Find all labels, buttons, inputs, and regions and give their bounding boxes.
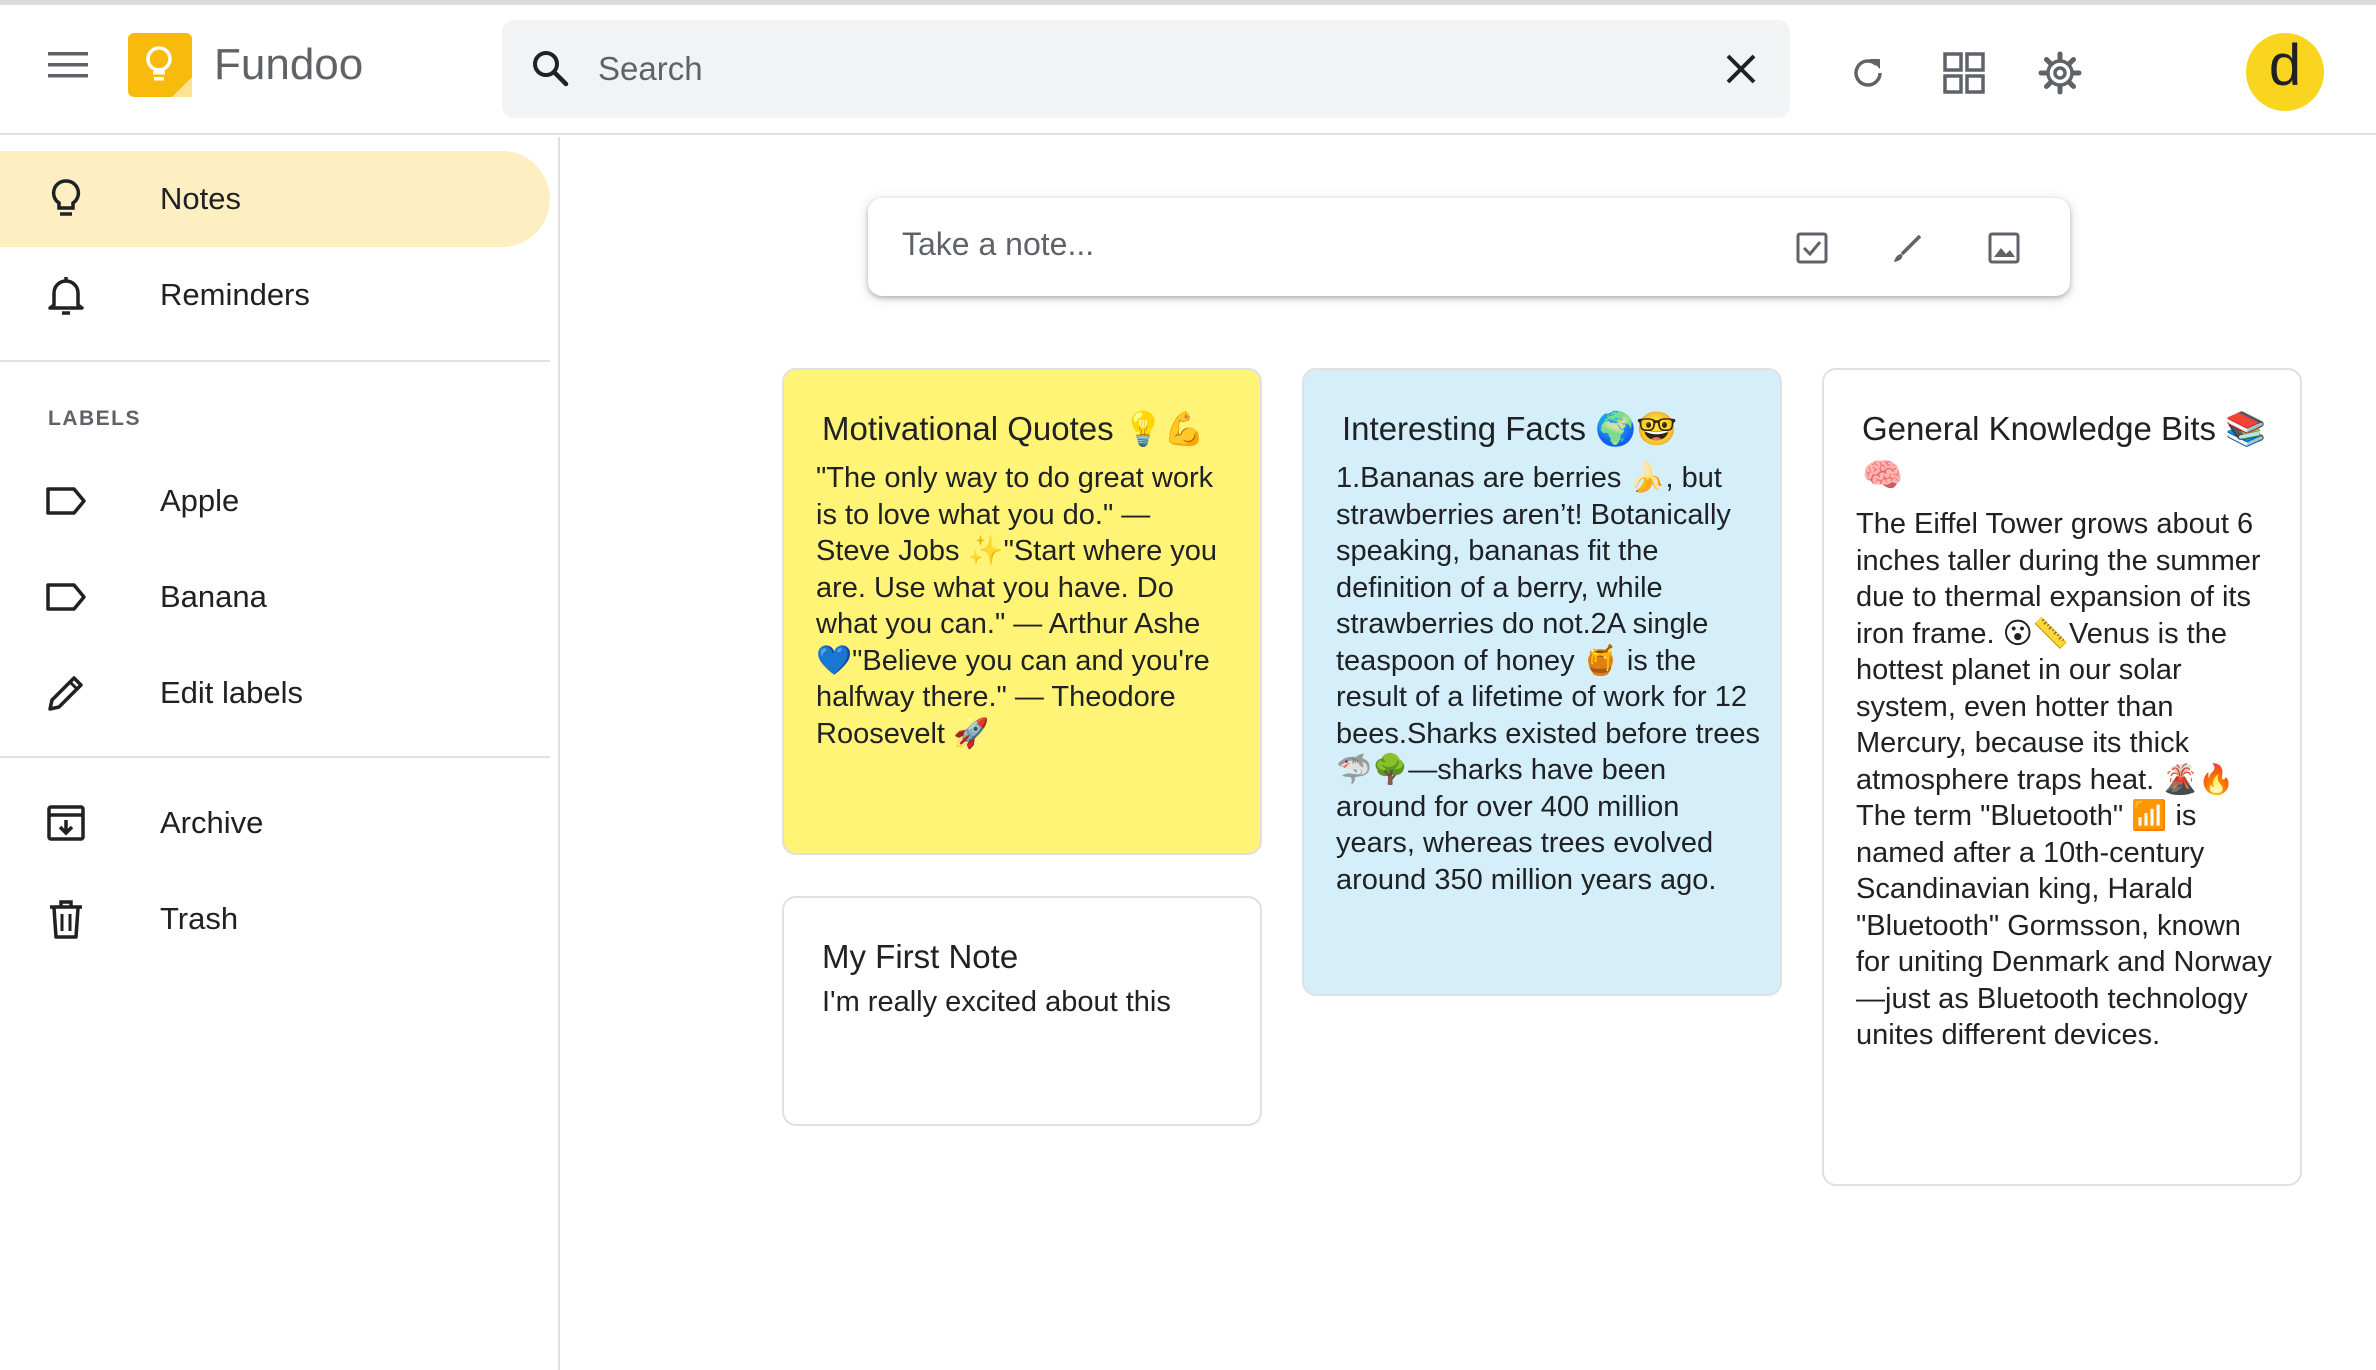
app-title: Fundoo (214, 40, 364, 89)
pencil-icon (48, 676, 83, 711)
sidebar: Notes Reminders LABELS Apple Banana Edit… (0, 137, 560, 1370)
close-icon[interactable] (1716, 44, 1766, 94)
fundoo-logo-icon (128, 33, 192, 97)
sidebar-item-archive[interactable]: Archive (0, 775, 550, 871)
sidebar-item-trash[interactable]: Trash (0, 871, 550, 967)
label-icon (46, 487, 86, 515)
app-header: Fundoo Search d (0, 5, 2376, 135)
user-avatar[interactable]: d (2246, 33, 2324, 111)
labels-heading: LABELS (48, 407, 141, 430)
sidebar-item-label: Notes (160, 181, 241, 216)
sidebar-item-label: Trash (160, 901, 239, 936)
note-title: My First Note (822, 938, 1019, 975)
sidebar-item-notes[interactable]: Notes (0, 151, 550, 247)
image-icon[interactable] (1984, 228, 2024, 268)
grid-view-button[interactable] (1934, 43, 1994, 103)
sidebar-item-label: Archive (160, 805, 264, 840)
sidebar-item-label: Banana (160, 579, 267, 614)
grid-view-icon (1943, 52, 1985, 94)
trash-icon (50, 900, 82, 939)
note-body: "The only way to do great work is to lov… (816, 462, 1218, 750)
search-icon[interactable] (526, 44, 576, 94)
note-title: Motivational Quotes 💡💪 (822, 410, 1205, 447)
note-card[interactable]: General Knowledge Bits 📚🧠 The Eiffel Tow… (1822, 368, 2302, 1186)
sidebar-divider (0, 360, 550, 362)
search-bar[interactable] (502, 20, 1790, 118)
search-input[interactable] (598, 34, 1598, 104)
sidebar-item-edit-labels[interactable]: Edit labels (0, 645, 550, 741)
checkbox-icon[interactable] (1792, 228, 1832, 268)
note-body: 1.Bananas are berries 🍌, but strawberrie… (1336, 462, 1760, 896)
refresh-icon (1854, 59, 1882, 87)
main-menu-button[interactable] (38, 35, 98, 95)
lightbulb-icon (51, 179, 81, 216)
sidebar-item-reminders[interactable]: Reminders (0, 247, 550, 343)
label-icon (46, 583, 86, 611)
gear-icon (2038, 51, 2082, 95)
sidebar-item-label-apple[interactable]: Apple (0, 453, 550, 549)
note-card[interactable]: Interesting Facts 🌍🤓 1.Bananas are berri… (1302, 368, 1782, 996)
sidebar-item-label-banana[interactable]: Banana (0, 549, 550, 645)
note-body: The Eiffel Tower grows about 6 inches ta… (1856, 508, 2272, 1051)
note-title: Interesting Facts 🌍🤓 (1342, 410, 1678, 447)
note-card[interactable]: Motivational Quotes 💡💪 "The only way to … (782, 368, 1262, 855)
sidebar-item-label: Apple (160, 483, 240, 518)
hamburger-menu-icon (48, 52, 88, 78)
take-note-bar[interactable]: Take a note... (868, 198, 2070, 296)
sidebar-divider (0, 756, 550, 758)
brush-icon[interactable] (1888, 228, 1928, 268)
sidebar-item-label: Edit labels (160, 675, 304, 710)
sidebar-item-label: Reminders (160, 277, 310, 312)
archive-icon (47, 805, 85, 841)
take-note-placeholder[interactable]: Take a note... (902, 226, 1094, 263)
settings-button[interactable] (2030, 43, 2090, 103)
note-title: General Knowledge Bits 📚🧠 (1862, 410, 2267, 493)
note-body: I'm really excited about this (822, 986, 1171, 1018)
refresh-button[interactable] (1838, 43, 1898, 103)
bell-icon (48, 277, 84, 315)
note-card[interactable]: My First Note I'm really excited about t… (782, 896, 1262, 1126)
